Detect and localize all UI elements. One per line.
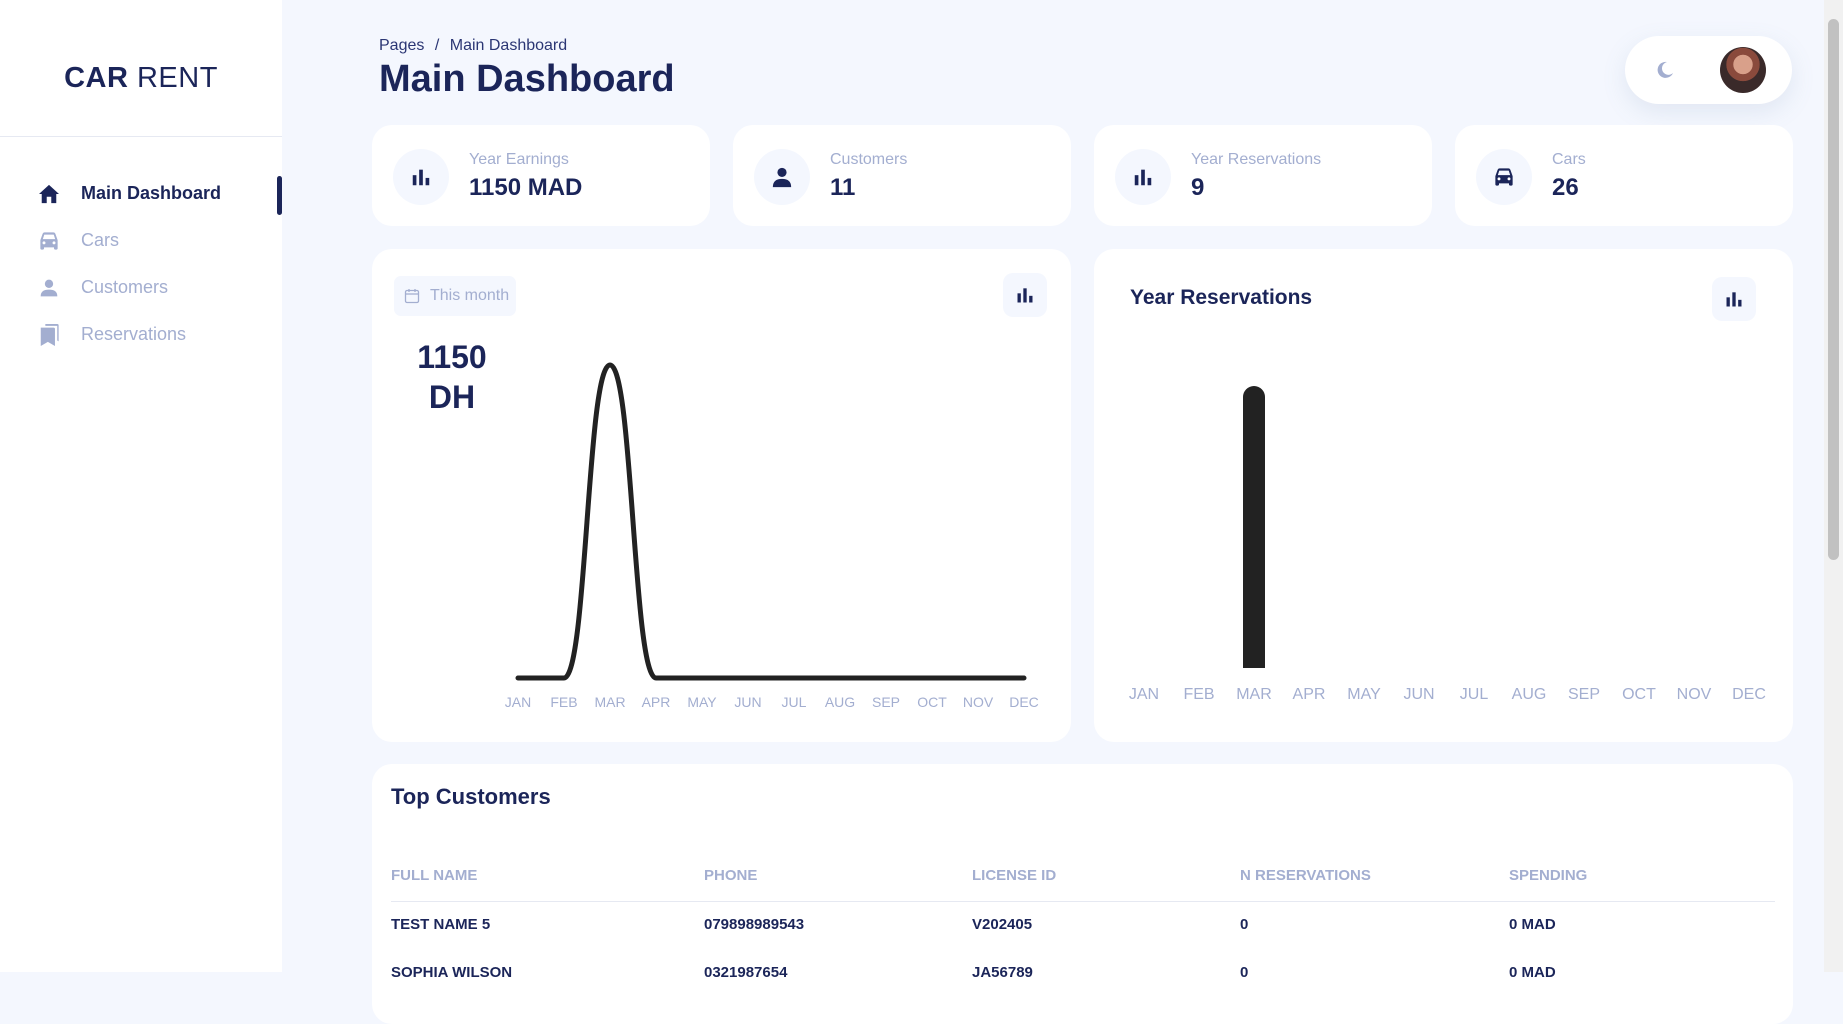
cell-spending: 0 MAD [1509, 916, 1556, 933]
stat-card-customers: Customers 11 [733, 125, 1071, 226]
x-tick-label: DEC [1732, 686, 1766, 703]
cell-full-name: SOPHIA WILSON [391, 964, 513, 981]
top-customers-card: Top Customers FULL NAME PHONE LICENSE ID… [372, 764, 1793, 1024]
earnings-line-series [515, 362, 1027, 681]
column-header[interactable]: PHONE [704, 867, 757, 884]
breadcrumb-current[interactable]: Main Dashboard [450, 37, 567, 54]
x-tick-label: JAN [1129, 686, 1159, 703]
sidebar-nav: Main Dashboard Cars Customers Reservatio… [0, 170, 282, 358]
avatar[interactable] [1720, 47, 1766, 93]
column-header[interactable]: SPENDING [1509, 867, 1587, 884]
page-title: Main Dashboard [379, 58, 675, 100]
top-navbar [1625, 36, 1792, 104]
x-tick-label: APR [1293, 686, 1326, 703]
sidebar-item-label: Cars [81, 230, 120, 250]
reservations-bar-chart: JAN FEB MAR APR MAY JUN JUL AUG SEP OCT NOV DEC [1129, 386, 1766, 703]
cell-n-reservations: 0 [1240, 964, 1249, 981]
x-tick-label: MAY [687, 694, 717, 710]
sidebar-item-reservations[interactable]: Reservations [0, 311, 282, 358]
table-row[interactable]: SOPHIA WILSON 0321987654 JA56789 0 0 MAD [391, 964, 1775, 1008]
sidebar-divider [0, 136, 282, 137]
logo-bold-text: CAR [64, 62, 129, 94]
stat-card-cars: Cars 26 [1455, 125, 1793, 226]
x-tick-label: JUN [1403, 686, 1434, 703]
stat-card-year-earnings: Year Earnings 1150 MAD [372, 125, 710, 226]
x-tick-label: MAR [594, 694, 625, 710]
x-tick-label: JUL [1460, 686, 1489, 703]
stat-value: 1150 MAD [469, 174, 583, 201]
sidebar-item-main-dashboard[interactable]: Main Dashboard [0, 170, 282, 217]
stat-value: 9 [1191, 174, 1205, 201]
earnings-chart-card: This month 1150 DH JAN FEB MAR APR MAY JUN JUL… [372, 249, 1071, 742]
x-tick-label: JUN [734, 694, 761, 710]
scrollbar-thumb[interactable] [1828, 19, 1839, 560]
person-icon [37, 276, 61, 300]
x-tick-label: FEB [550, 694, 577, 710]
cell-phone: 0321987654 [704, 964, 788, 981]
x-tick-label: APR [642, 694, 671, 710]
stat-label: Year Reservations [1191, 151, 1322, 168]
x-tick-label: SEP [1568, 686, 1600, 703]
column-header[interactable]: N RESERVATIONS [1240, 867, 1371, 884]
car-icon [37, 229, 61, 253]
x-tick-label: NOV [963, 694, 994, 710]
stat-label: Customers [830, 151, 908, 168]
page-scrollbar[interactable] [1824, 0, 1843, 972]
sidebar-item-customers[interactable]: Customers [0, 264, 282, 311]
x-tick-label: DEC [1009, 694, 1039, 710]
table-header: FULL NAME PHONE LICENSE ID N RESERVATION… [391, 867, 1775, 902]
stat-label: Cars [1552, 151, 1586, 168]
app-logo[interactable]: CAR RENT [0, 62, 282, 95]
x-tick-label: NOV [1677, 686, 1712, 703]
breadcrumb: Pages / Main Dashboard [379, 37, 573, 55]
cell-license-id: JA56789 [972, 964, 1033, 981]
stat-value: 26 [1552, 174, 1579, 201]
x-tick-label: OCT [917, 694, 947, 710]
cell-spending: 0 MAD [1509, 964, 1556, 981]
bar-chart-icon [1115, 149, 1171, 205]
moon-icon[interactable] [1655, 60, 1675, 80]
x-tick-label: AUG [1512, 686, 1547, 703]
x-tick-label: JUL [782, 694, 807, 710]
top-customers-title: Top Customers [391, 784, 551, 809]
cell-license-id: V202405 [972, 916, 1033, 933]
column-header[interactable]: LICENSE ID [972, 867, 1056, 884]
logo-light-text: RENT [136, 62, 218, 94]
breadcrumb-separator: / [434, 37, 440, 54]
sidebar-item-cars[interactable]: Cars [0, 217, 282, 264]
person-icon [754, 149, 810, 205]
stat-label: Year Earnings [469, 151, 569, 168]
x-tick-label: FEB [1183, 686, 1214, 703]
x-tick-label: JAN [505, 694, 531, 710]
table-row[interactable]: TEST NAME 5 079898989543 V202405 0 0 MAD [391, 916, 1775, 960]
reservation-bar-base [1243, 657, 1265, 668]
sidebar-item-label: Customers [81, 277, 169, 297]
cell-phone: 079898989543 [704, 916, 805, 933]
reservations-chart-card: Year Reservations JAN FEB MAR APR MAY JUN JUL A… [1094, 249, 1793, 742]
sidebar-item-label: Main Dashboard [81, 183, 222, 203]
car-icon [1476, 149, 1532, 205]
column-header[interactable]: FULL NAME [391, 867, 477, 884]
home-icon [37, 182, 61, 206]
x-tick-label: AUG [825, 694, 855, 710]
cell-n-reservations: 0 [1240, 916, 1249, 933]
x-tick-label: SEP [872, 694, 900, 710]
breadcrumb-pages-link[interactable]: Pages [379, 37, 424, 54]
bookmark-icon [37, 323, 61, 347]
x-tick-label: OCT [1622, 686, 1656, 703]
reservation-bar[interactable] [1243, 386, 1265, 668]
earnings-line-chart: JAN FEB MAR APR MAY JUN JUL AUG SEP OCT NOV DEC [505, 362, 1039, 710]
bar-chart-icon [393, 149, 449, 205]
cell-full-name: TEST NAME 5 [391, 916, 491, 933]
stat-card-year-reservations: Year Reservations 9 [1094, 125, 1432, 226]
x-tick-label: MAR [1236, 686, 1272, 703]
sidebar-item-label: Reservations [81, 324, 187, 344]
stat-value: 11 [830, 174, 856, 201]
sidebar: CAR RENT Main Dashboard Cars Customers R… [0, 0, 282, 972]
x-tick-label: MAY [1347, 686, 1381, 703]
